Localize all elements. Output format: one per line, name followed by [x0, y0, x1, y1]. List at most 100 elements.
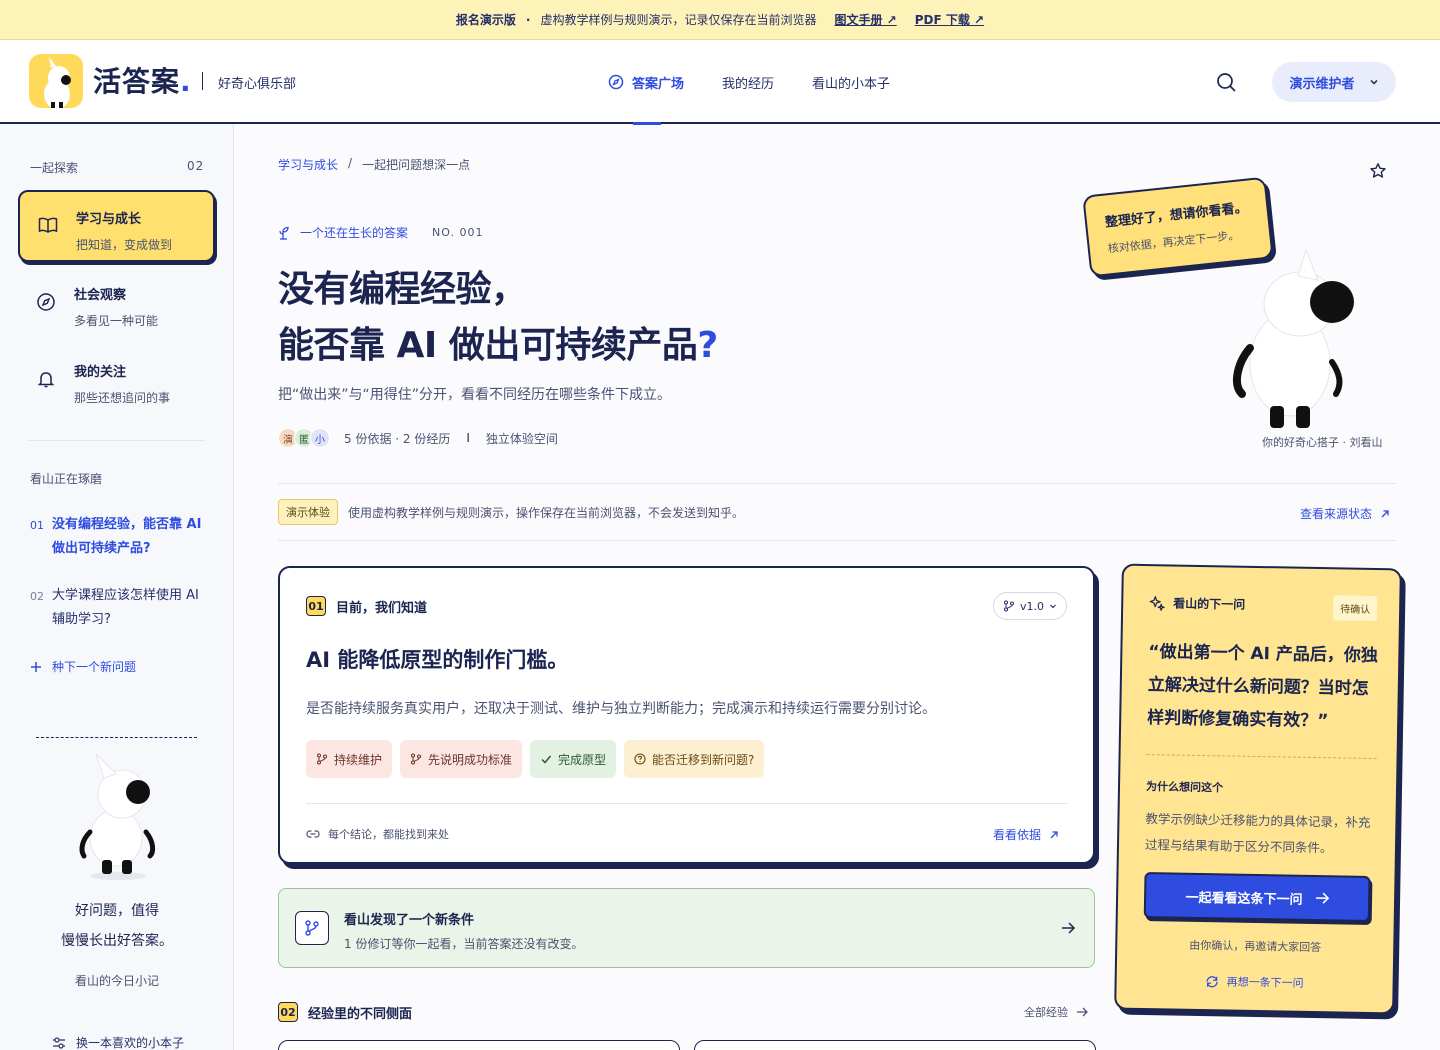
user-menu-button[interactable]: 演示维护者	[1272, 62, 1396, 102]
regenerate-question-button[interactable]: 再想一条下一问	[1117, 972, 1393, 993]
breadcrumb-current: 一起把问题想深一点	[362, 158, 471, 172]
branch-icon	[410, 753, 422, 765]
logo-divider	[202, 72, 203, 90]
banner-text: 虚构教学样例与规则演示，记录仅保存在当前浏览器	[540, 13, 817, 27]
demo-notice: 演示体验 使用虚构教学样例与规则演示，操作保存在当前浏览器，不会发送到知乎。	[278, 499, 1396, 525]
version-label: v1.0	[1019, 599, 1044, 613]
condition-chip[interactable]: 先说明成功标准	[400, 740, 523, 778]
site-header: 活答案. 好奇心俱乐部 答案广场 我的经历 看山的小本子 演示维护者	[0, 40, 1440, 125]
search-icon[interactable]	[1214, 70, 1238, 94]
avatar: 小	[310, 428, 330, 448]
sidebar-item-title: 我的关注	[74, 365, 127, 380]
compass-icon	[36, 292, 56, 312]
view-evidence-link[interactable]: 看看依据	[993, 826, 1059, 843]
demo-text: 使用虚构教学样例与规则演示，操作保存在当前浏览器，不会发送到知乎。	[348, 505, 745, 520]
nav-my-experience[interactable]: 我的经历	[722, 40, 774, 124]
question-circle-icon	[634, 753, 646, 765]
arrow-up-right-icon	[1380, 509, 1390, 519]
meta-separator: I	[466, 431, 470, 445]
all-experiences-link[interactable]: 全部经验	[1024, 1004, 1088, 1020]
why-text: 教学示例缺少迁移能力的具体记录，补充过程与结果有助于区分不同条件。	[1144, 811, 1371, 856]
club-name: 好奇心俱乐部	[218, 77, 297, 92]
condition-chip[interactable]: 完成原型	[530, 740, 617, 778]
card-divider	[306, 803, 1067, 804]
sidebar-tagline-2: 慢慢长出好答案。	[61, 933, 173, 949]
manual-link[interactable]: 图文手册 ↗	[834, 11, 896, 28]
question-item-1[interactable]: 01 没有编程经验，能否靠 AI 做出可持续产品?	[30, 513, 210, 561]
breadcrumb-separator: /	[348, 156, 353, 170]
card-footer-text: 每个结论，都能找到来处	[328, 828, 449, 841]
title-line-2: 能否靠 AI 做出可持续产品	[278, 325, 698, 366]
question-text: 没有编程经验，能否靠 AI 做出可持续产品?	[52, 517, 202, 556]
divider	[278, 540, 1396, 541]
sidebar-item-society[interactable]: 社会观察 多看见一种可能	[18, 268, 215, 340]
check-icon	[540, 753, 552, 765]
sidebar-tagline-1: 好问题，值得	[75, 903, 159, 919]
compass-icon	[608, 74, 624, 90]
star-icon[interactable]	[1369, 162, 1387, 180]
answer-tagline: 一个还在生长的答案 NO. 001	[278, 224, 483, 241]
today-note: 看山的今日小记	[74, 974, 159, 988]
link-icon	[306, 829, 320, 839]
nav-label: 看山的小本子	[812, 76, 891, 92]
source-status-label: 查看来源状态	[1300, 507, 1373, 521]
chevron-down-icon	[1049, 602, 1057, 610]
why-label: 为什么想问这个	[1145, 780, 1224, 795]
condition-chip[interactable]: 持续维护	[306, 740, 393, 778]
new-condition-banner[interactable]: 看山发现了一个新条件 1 份修订等你一起看，当前答案还没有改变。	[278, 888, 1095, 968]
breadcrumb-parent[interactable]: 学习与成长	[278, 156, 338, 173]
main-nav: 答案广场 我的经历 看山的小本子	[608, 40, 890, 125]
view-next-question-button[interactable]: 一起看看这条下一问	[1143, 872, 1371, 922]
card-heading-text: 目前，我们知道	[336, 600, 428, 616]
all-experiences-label: 全部经验	[1024, 1006, 1068, 1019]
section-number: 02	[278, 1002, 298, 1022]
title-line-1: 没有编程经验，	[278, 269, 527, 310]
branch-icon	[316, 753, 328, 765]
plus-icon	[30, 661, 42, 673]
add-question-button[interactable]: 种下一个新问题	[30, 658, 136, 675]
pondering-label: 看山正在琢磨	[30, 472, 103, 486]
question-number: 01	[30, 519, 44, 532]
logo-wordmark[interactable]: 活答案.	[93, 60, 192, 100]
pending-badge: 待确认	[1332, 595, 1378, 622]
sidebar-item-sub: 那些还想追问的事	[74, 391, 171, 405]
regenerate-label: 再想一条下一问	[1226, 975, 1304, 990]
sidebar-item-learning[interactable]: 学习与成长 把知道，变成做到	[18, 190, 215, 262]
arrow-up-right-icon	[1049, 830, 1059, 840]
breadcrumb: 学习与成长 / 一起把问题想深一点	[278, 156, 470, 173]
experiences-title: 经验里的不同侧面	[308, 1006, 413, 1022]
nav-answer-square[interactable]: 答案广场	[608, 40, 685, 125]
confirm-note: 由你确认，再邀请大家回答	[1189, 938, 1322, 955]
answer-number: NO. 001	[432, 226, 484, 239]
logo-mascot-icon[interactable]	[29, 54, 83, 108]
answer-title: AI 能降低原型的制作门槛。	[306, 648, 569, 672]
sidebar-item-following[interactable]: 我的关注那些还想追问的事	[18, 345, 215, 417]
experience-card[interactable]	[694, 1040, 1096, 1050]
condition-title: 看山发现了一个新条件	[344, 913, 475, 928]
answer-stats: 5 份依据 · 2 份经历	[344, 431, 451, 446]
section-number: 01	[306, 596, 326, 616]
experience-card[interactable]	[278, 1040, 680, 1050]
next-question-quote: “做出第一个 AI 产品后，你独立解决过什么新问题？当时怎样判断修复确实有效？”	[1147, 642, 1379, 732]
arrow-right-icon	[1076, 1006, 1088, 1018]
source-status-link[interactable]: 查看来源状态	[1300, 505, 1390, 522]
tagline-text: 一个还在生长的答案	[300, 226, 409, 240]
switch-notebook-label: 换一本喜欢的小本子	[76, 1036, 185, 1050]
version-selector[interactable]: v1.0	[993, 592, 1067, 620]
chevron-down-icon	[1369, 77, 1379, 87]
condition-chip[interactable]: 能否迁移到新问题?	[624, 740, 765, 778]
question-item-2[interactable]: 02 大学课程应该怎样使用 AI 辅助学习?	[30, 584, 210, 632]
pdf-download-link[interactable]: PDF 下载 ↗	[915, 11, 984, 28]
contributor-avatars: 演匿小	[278, 428, 330, 448]
sliders-icon	[52, 1036, 66, 1050]
nav-notebook[interactable]: 看山的小本子	[812, 40, 890, 124]
condition-chips: 持续维护 先说明成功标准 完成原型 能否迁移到新问题?	[306, 740, 765, 778]
question-number: 02	[30, 590, 44, 603]
banner-separator: ·	[525, 12, 531, 27]
sprout-icon	[278, 226, 292, 240]
space-label: 独立体验空间	[485, 431, 558, 446]
switch-notebook-button[interactable]: 换一本喜欢的小本子	[52, 1034, 184, 1050]
sidebar-item-sub: 把知道，变成做到	[76, 238, 173, 252]
nav-label: 答案广场	[632, 76, 685, 92]
arrow-right-icon	[1314, 891, 1329, 905]
